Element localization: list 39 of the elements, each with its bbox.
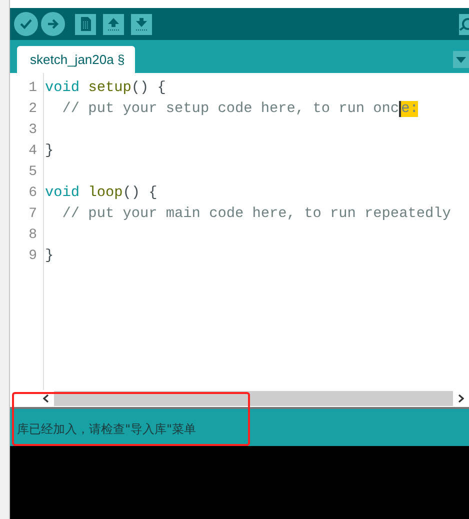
line-number: 4 bbox=[28, 142, 37, 161]
scrollbar-thumb[interactable] bbox=[54, 391, 453, 406]
code-text: // put your setup code here, to run onc bbox=[61, 101, 400, 117]
code-text: loop bbox=[88, 185, 123, 201]
chevron-right-icon bbox=[458, 394, 464, 403]
line-number: 1 bbox=[28, 79, 37, 98]
right-arrow-icon bbox=[46, 17, 60, 31]
horizontal-scrollbar[interactable] bbox=[10, 390, 469, 409]
code-text: setup bbox=[88, 80, 132, 96]
line-number: 9 bbox=[28, 247, 37, 266]
sketch-tab[interactable]: sketch_jan20a § bbox=[17, 46, 135, 73]
code-text: } bbox=[45, 143, 54, 159]
new-button[interactable] bbox=[75, 14, 96, 34]
save-button[interactable] bbox=[131, 14, 152, 34]
status-message: 库已经加入，请检查"导入库"菜单 bbox=[17, 421, 196, 438]
code-text: () { bbox=[131, 80, 166, 96]
serial-monitor-button[interactable] bbox=[459, 14, 469, 34]
tab-menu-button[interactable] bbox=[453, 51, 469, 68]
up-arrow-icon bbox=[107, 17, 120, 31]
upload-button[interactable] bbox=[41, 12, 65, 36]
code-text: () { bbox=[122, 185, 158, 201]
line-number: 8 bbox=[28, 226, 37, 245]
document-icon bbox=[80, 17, 92, 31]
line-number: 7 bbox=[28, 205, 37, 224]
checkmark-icon bbox=[19, 17, 33, 31]
code-text: } bbox=[45, 248, 54, 264]
code-text: void bbox=[45, 80, 81, 96]
down-arrow-icon bbox=[135, 17, 148, 31]
line-number: 2 bbox=[28, 100, 37, 119]
verify-button[interactable] bbox=[14, 12, 38, 36]
code-text: void bbox=[45, 185, 81, 201]
line-number: 5 bbox=[28, 163, 37, 182]
line-number: 3 bbox=[28, 121, 37, 140]
selected-code-text: e: bbox=[399, 101, 418, 117]
chevron-left-icon bbox=[43, 394, 49, 403]
caret-down-icon bbox=[456, 56, 466, 62]
code-text: // put your main code here, to run repeatedly bbox=[61, 206, 451, 222]
line-number: 6 bbox=[28, 184, 37, 203]
open-button[interactable] bbox=[103, 14, 124, 34]
